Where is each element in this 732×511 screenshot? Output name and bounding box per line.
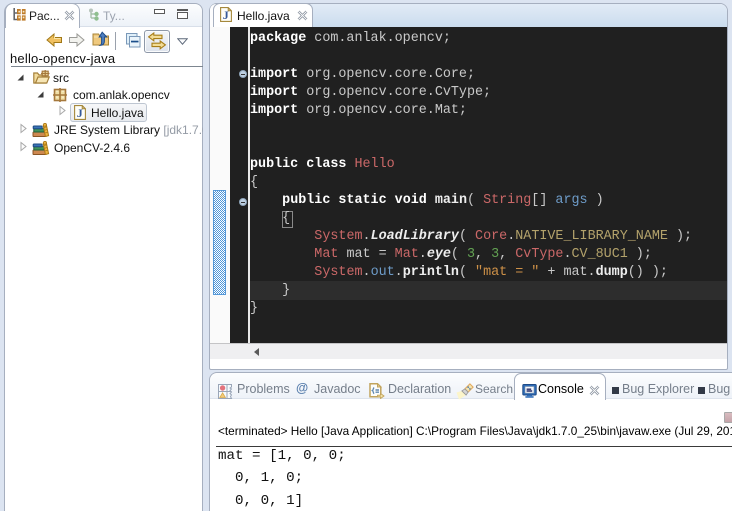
svg-text:J: J <box>223 8 229 22</box>
svg-text:J: J <box>77 106 83 120</box>
